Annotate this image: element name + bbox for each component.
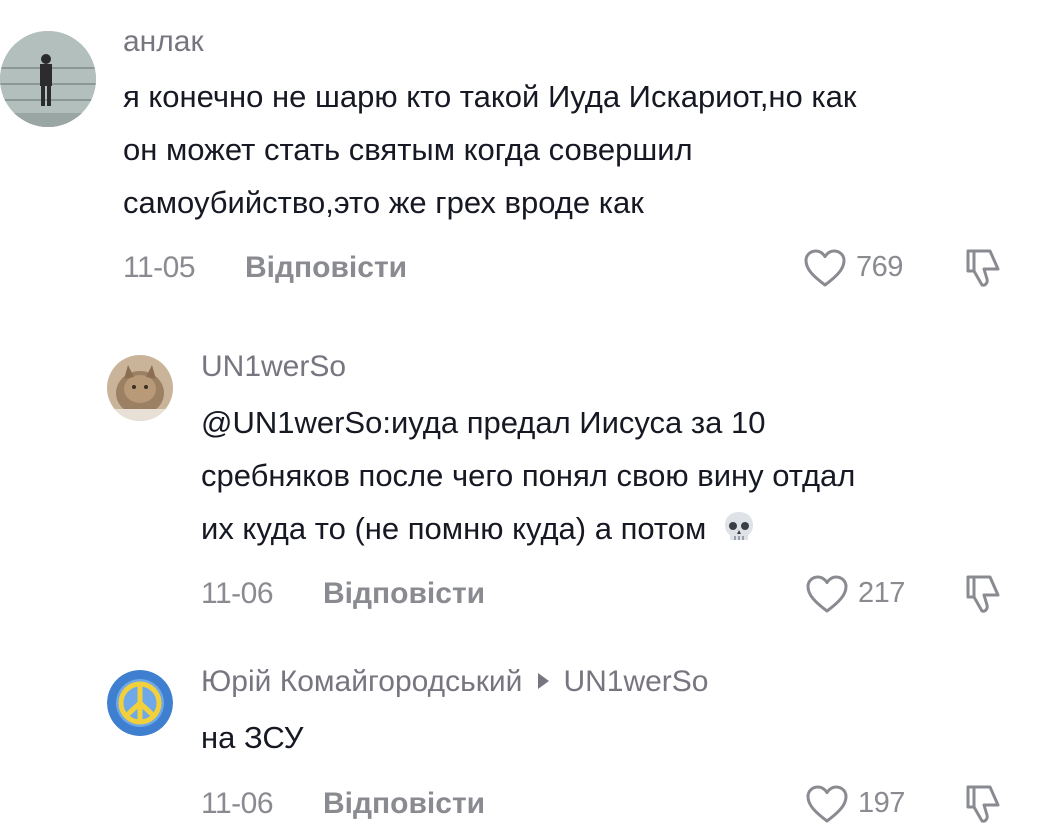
- comment-username-row: Юрій Комайгородський UN1werSo: [201, 664, 709, 700]
- like-count: 769: [856, 251, 903, 283]
- comment-text-line: он может стать святым когда совершил: [123, 132, 693, 167]
- avatar[interactable]: [107, 670, 173, 736]
- avatar[interactable]: [107, 355, 173, 421]
- reply-to-username[interactable]: UN1werSo: [563, 665, 708, 698]
- reply-button[interactable]: Відповісти: [323, 577, 485, 611]
- thumbs-down-outline-icon[interactable]: [960, 245, 1006, 291]
- heart-outline-icon[interactable]: [805, 784, 849, 824]
- reply-button[interactable]: Відповісти: [245, 251, 407, 285]
- comment-text-line: их куда то (не помню куда) а потом: [201, 502, 855, 555]
- comment-date: 11-06: [201, 577, 274, 610]
- like-count: 197: [858, 787, 905, 819]
- comment-text-line: самоубийство,это же грех вроде как: [123, 185, 644, 220]
- triangle-right-icon: [538, 673, 550, 690]
- comment-text: @UN1werSo:иуда предал Иисуса за 10 сребн…: [201, 396, 855, 555]
- skull-emoji-icon: [724, 512, 753, 540]
- comment-username[interactable]: UN1werSo: [201, 349, 346, 385]
- comment-text: я конечно не шарю кто такой Иуда Искарио…: [123, 70, 856, 229]
- like-count: 217: [858, 577, 905, 609]
- reply-button[interactable]: Відповісти: [323, 787, 485, 821]
- avatar[interactable]: [0, 31, 96, 127]
- comment-text: на ЗСУ: [201, 711, 303, 764]
- comment-text-line: я конечно не шарю кто такой Иуда Искарио…: [123, 79, 857, 114]
- heart-outline-icon[interactable]: [805, 574, 849, 614]
- comment-username[interactable]: Юрій Комайгородський: [201, 665, 522, 698]
- comment-text-line: сребняков после чего понял свою вину отд…: [201, 458, 856, 493]
- thumbs-down-outline-icon[interactable]: [960, 781, 1006, 827]
- comment-date: 11-06: [201, 787, 274, 820]
- comment-date: 11-05: [123, 251, 196, 284]
- heart-outline-icon[interactable]: [803, 248, 847, 288]
- comment-text-line: @UN1werSo:иуда предал Иисуса за 10: [201, 405, 766, 440]
- comment-text-line-part: их куда то (не помню куда) а потом: [201, 511, 707, 546]
- thumbs-down-outline-icon[interactable]: [960, 571, 1006, 617]
- comment-username[interactable]: анлак: [123, 24, 204, 60]
- comment-text-line: на ЗСУ: [201, 720, 304, 755]
